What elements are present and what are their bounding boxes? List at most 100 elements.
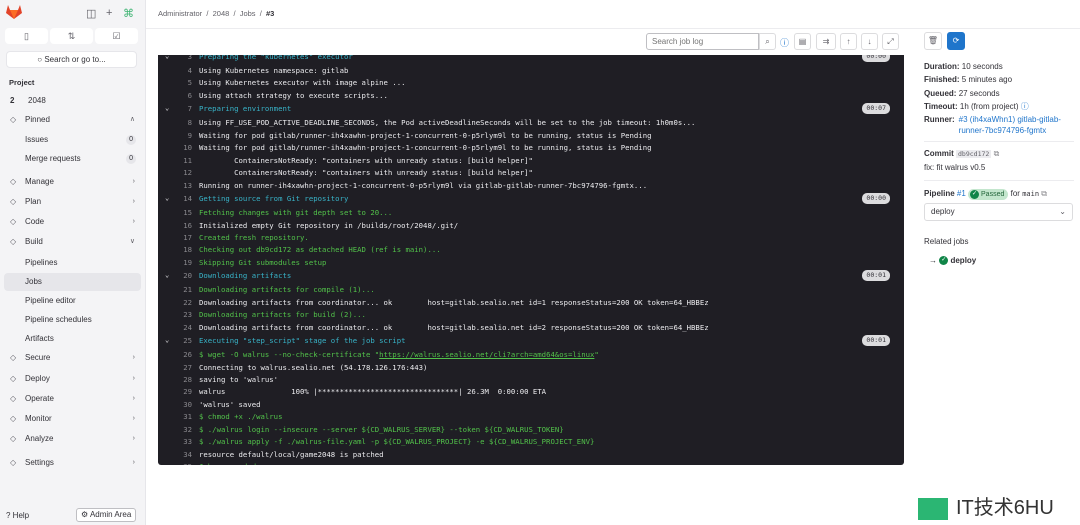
line-number[interactable]: 8	[174, 116, 192, 129]
line-number[interactable]: 15	[174, 206, 192, 219]
log-section-header[interactable]: ⌄ 7 Preparing environment 00:07	[158, 102, 904, 115]
status-badge[interactable]: ✓ Passed	[968, 189, 1009, 200]
toggle-sidebar-icon[interactable]: ◫	[86, 7, 96, 20]
sidebar-item-pinned[interactable]: ◇ Pinned ∧	[4, 111, 141, 129]
line-number[interactable]: 20	[174, 269, 192, 282]
sidebar-item-pipelines[interactable]: Pipelines	[4, 254, 141, 272]
runner-link[interactable]: #3 (ih4xaWhn1) gitlab-gitlab-runner-7bc9…	[959, 114, 1074, 136]
line-number[interactable]: 27	[174, 361, 192, 374]
sidebar-item-build[interactable]: ◇ Build ∨	[4, 233, 141, 251]
project-link[interactable]: 2 2048	[4, 92, 141, 110]
admin-area-button[interactable]: ⚙ Admin Area	[76, 508, 137, 522]
help-icon[interactable]: ⓘ	[1021, 102, 1029, 111]
line-number[interactable]: 17	[174, 231, 192, 244]
copy-icon[interactable]: ⧉	[1041, 189, 1047, 198]
line-number[interactable]: 32	[174, 423, 192, 436]
avatar[interactable]: ⌘	[123, 7, 134, 20]
log-section-header[interactable]: ⌄ 20 Downloading artifacts 00:01	[158, 269, 904, 282]
wrap-lines-icon[interactable]: ⇉	[816, 33, 836, 50]
plus-icon[interactable]: +	[106, 7, 112, 19]
copy-icon[interactable]: ⧉	[994, 149, 1000, 158]
line-number[interactable]: 5	[174, 76, 192, 89]
erase-log-button[interactable]: 🗑	[924, 32, 942, 50]
sidebar-item-artifacts[interactable]: Artifacts	[4, 330, 141, 348]
sidebar-item-pipeline-editor[interactable]: Pipeline editor	[4, 292, 141, 310]
line-number[interactable]: 29	[174, 385, 192, 398]
line-number[interactable]: 22	[174, 296, 192, 309]
job-log[interactable]: ⌄ 3 Preparing the "kubernetes" executor 00:…	[158, 55, 904, 465]
merge-requests-icon[interactable]: ⇅	[50, 28, 93, 44]
scroll-top-icon[interactable]: ↑	[840, 33, 857, 50]
sidebar-item-secure[interactable]: ◇ Secure ›	[4, 349, 141, 367]
line-number[interactable]: 34	[174, 448, 192, 461]
pipeline-link[interactable]: #1	[957, 189, 966, 198]
line-number[interactable]: 9	[174, 129, 192, 142]
chevron-down-icon[interactable]: ⌄	[165, 55, 169, 63]
line-number[interactable]: 7	[174, 102, 192, 115]
retry-button[interactable]: ⟳	[947, 32, 965, 50]
line-number[interactable]: 30	[174, 398, 192, 411]
sidebar-item-settings[interactable]: ◇ Settings ›	[4, 454, 141, 472]
log-section-header[interactable]: ⌄ 14 Getting source from Git repository 00:…	[158, 192, 904, 205]
chevron-down-icon[interactable]: ⌄	[165, 334, 169, 347]
line-number[interactable]: 21	[174, 283, 192, 296]
breadcrumb-item[interactable]: 2048	[213, 9, 230, 18]
log-section-header[interactable]: ⌄ 3 Preparing the "kubernetes" executor 00:…	[158, 55, 904, 63]
line-number[interactable]: 33	[174, 435, 192, 448]
line-number[interactable]: 19	[174, 256, 192, 269]
gitlab-logo-icon[interactable]	[6, 5, 22, 19]
issues-icon[interactable]: ▯	[5, 28, 48, 44]
fullscreen-icon[interactable]: ⤢	[882, 33, 899, 50]
stage-dropdown[interactable]: deploy ⌄	[924, 203, 1073, 221]
line-number[interactable]: 28	[174, 373, 192, 386]
line-number[interactable]: 24	[174, 321, 192, 334]
log-link[interactable]: https://walrus.sealio.net/cli?arch=amd64…	[379, 350, 594, 359]
search-icon[interactable]: ⌕	[759, 33, 776, 50]
line-number[interactable]: 23	[174, 308, 192, 321]
ref-link[interactable]: main	[1022, 190, 1039, 198]
chevron-down-icon[interactable]: ⌄	[165, 192, 169, 205]
sidebar-item-issues[interactable]: Issues 0	[4, 131, 141, 149]
search-job-log-input[interactable]	[646, 33, 759, 50]
line-number[interactable]: 13	[174, 179, 192, 192]
line-number[interactable]: 4	[174, 64, 192, 77]
commit-sha[interactable]: db9cd172	[956, 150, 992, 158]
line-number[interactable]: 31	[174, 410, 192, 423]
breadcrumb-item[interactable]: Jobs	[240, 9, 256, 18]
sidebar-item-plan[interactable]: ◇ Plan ›	[4, 193, 141, 211]
search-button[interactable]: ○ Search or go to...	[6, 51, 137, 68]
scroll-bottom-icon[interactable]: ↓	[861, 33, 878, 50]
sidebar-item-pipeline-schedules[interactable]: Pipeline schedules	[4, 311, 141, 329]
chevron-down-icon[interactable]: ⌄	[165, 269, 169, 282]
sidebar-item-merge-requests[interactable]: Merge requests 0	[4, 150, 141, 168]
chevron-down-icon[interactable]: ⌄	[165, 102, 169, 115]
line-number[interactable]: 12	[174, 166, 192, 179]
line-number[interactable]: 35	[174, 460, 192, 465]
sidebar-item-manage[interactable]: ◇ Manage ›	[4, 173, 141, 191]
related-job-item[interactable]: → ✓ deploy	[929, 255, 976, 266]
line-number[interactable]: 11	[174, 154, 192, 167]
line-number[interactable]: 3	[174, 55, 192, 63]
sidebar-item-jobs[interactable]: Jobs	[4, 273, 141, 291]
sidebar-item-monitor[interactable]: ◇ Monitor ›	[4, 410, 141, 428]
line-number[interactable]: 26	[174, 348, 192, 361]
line-number[interactable]: 14	[174, 192, 192, 205]
todo-icon[interactable]: ☑	[95, 28, 138, 44]
line-number[interactable]: 16	[174, 219, 192, 232]
line-number[interactable]: 18	[174, 243, 192, 256]
log-line: 19 Skipping Git submodules setup	[158, 256, 904, 269]
line-number[interactable]: 10	[174, 141, 192, 154]
help-icon[interactable]: ⓘ	[780, 36, 789, 49]
sidebar-item-analyze[interactable]: ◇ Analyze ›	[4, 430, 141, 448]
sidebar-item-code[interactable]: ◇ Code ›	[4, 213, 141, 231]
line-number[interactable]: 6	[174, 89, 192, 102]
line-number[interactable]: 25	[174, 334, 192, 347]
raw-log-icon[interactable]: ▤	[794, 33, 811, 50]
sidebar-item-operate[interactable]: ◇ Operate ›	[4, 390, 141, 408]
log-section-header[interactable]: ⌄ 25 Executing "step_script" stage of the …	[158, 334, 904, 347]
count-badge: 0	[126, 135, 136, 145]
breadcrumb-item[interactable]: Administrator	[158, 9, 202, 18]
log-text: "	[594, 350, 599, 360]
help-button[interactable]: ? Help	[6, 511, 29, 520]
sidebar-item-deploy[interactable]: ◇ Deploy ›	[4, 370, 141, 388]
